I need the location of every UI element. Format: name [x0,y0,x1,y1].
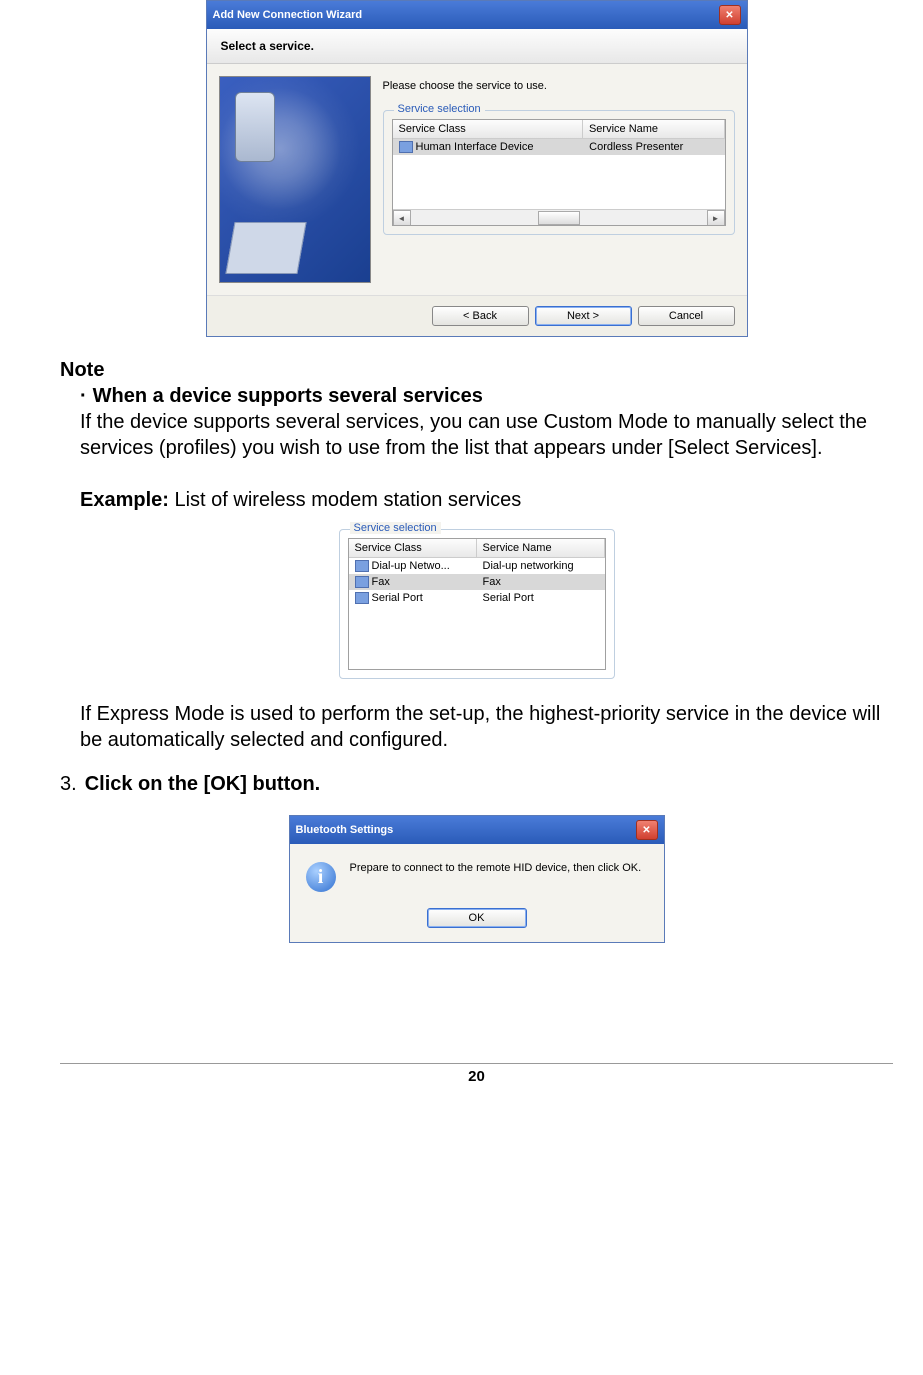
service-selection-group: Service selection Service Class Service … [383,110,735,235]
fieldset-legend: Service selection [350,522,441,534]
device-icon [355,576,369,588]
wizard-window: Add New Connection Wizard ✕ Select a ser… [206,0,748,337]
bullet-title: When a device supports several services [93,383,483,409]
bullet-mark: · [80,383,87,409]
close-icon[interactable]: ✕ [636,820,658,840]
page-number: 20 [60,1063,893,1085]
scroll-left-icon[interactable]: ◄ [393,210,411,226]
msgbox-text: Prepare to connect to the remote HID dev… [350,862,642,874]
col-service-class[interactable]: Service Class [393,120,583,138]
device-icon [355,560,369,572]
note-heading: Note [60,357,893,383]
instruction-text: Please choose the service to use. [383,76,735,106]
msgbox-title: Bluetooth Settings [296,824,394,836]
fieldset-legend: Service selection [394,103,485,115]
window-title: Add New Connection Wizard [213,9,363,21]
step-number: 3. [60,771,77,797]
bluetooth-msgbox: Bluetooth Settings ✕ i Prepare to connec… [289,815,665,943]
device-icon [399,141,413,153]
close-icon[interactable]: ✕ [719,5,741,25]
wizard-side-image [219,76,371,283]
example-text: List of wireless modem station services [169,489,521,511]
service-listview[interactable]: Service Class Service Name Human Interfa… [392,119,726,226]
titlebar: Bluetooth Settings ✕ [290,816,664,844]
list-item[interactable]: Serial Port Serial Port [349,590,605,606]
step-text: Click on the [OK] button. [85,771,321,797]
example-label: Example: [80,489,169,511]
info-icon: i [306,862,336,892]
back-button[interactable]: < Back [432,306,529,326]
scroll-thumb[interactable] [538,211,580,225]
example-listview[interactable]: Service Class Service Name Dial-up Netwo… [348,538,606,670]
list-item[interactable]: Human Interface Device Cordless Presente… [393,139,725,155]
paragraph-2: If Express Mode is used to perform the s… [60,701,893,753]
col-service-name[interactable]: Service Name [583,120,725,138]
ok-button[interactable]: OK [427,908,527,928]
list-item[interactable]: Fax Fax [349,574,605,590]
col-service-name[interactable]: Service Name [477,539,605,557]
next-button[interactable]: Next > [535,306,632,326]
titlebar: Add New Connection Wizard ✕ [207,1,747,29]
horizontal-scrollbar[interactable]: ◄ ► [393,209,725,226]
paragraph-1: If the device supports several services,… [60,409,893,461]
col-service-class[interactable]: Service Class [349,539,477,557]
example-service-group: Service selection Service Class Service … [339,529,615,679]
cancel-button[interactable]: Cancel [638,306,735,326]
scroll-right-icon[interactable]: ► [707,210,725,226]
device-icon [355,592,369,604]
banner-text: Select a service. [207,29,747,64]
list-item[interactable]: Dial-up Netwo... Dial-up networking [349,558,605,574]
